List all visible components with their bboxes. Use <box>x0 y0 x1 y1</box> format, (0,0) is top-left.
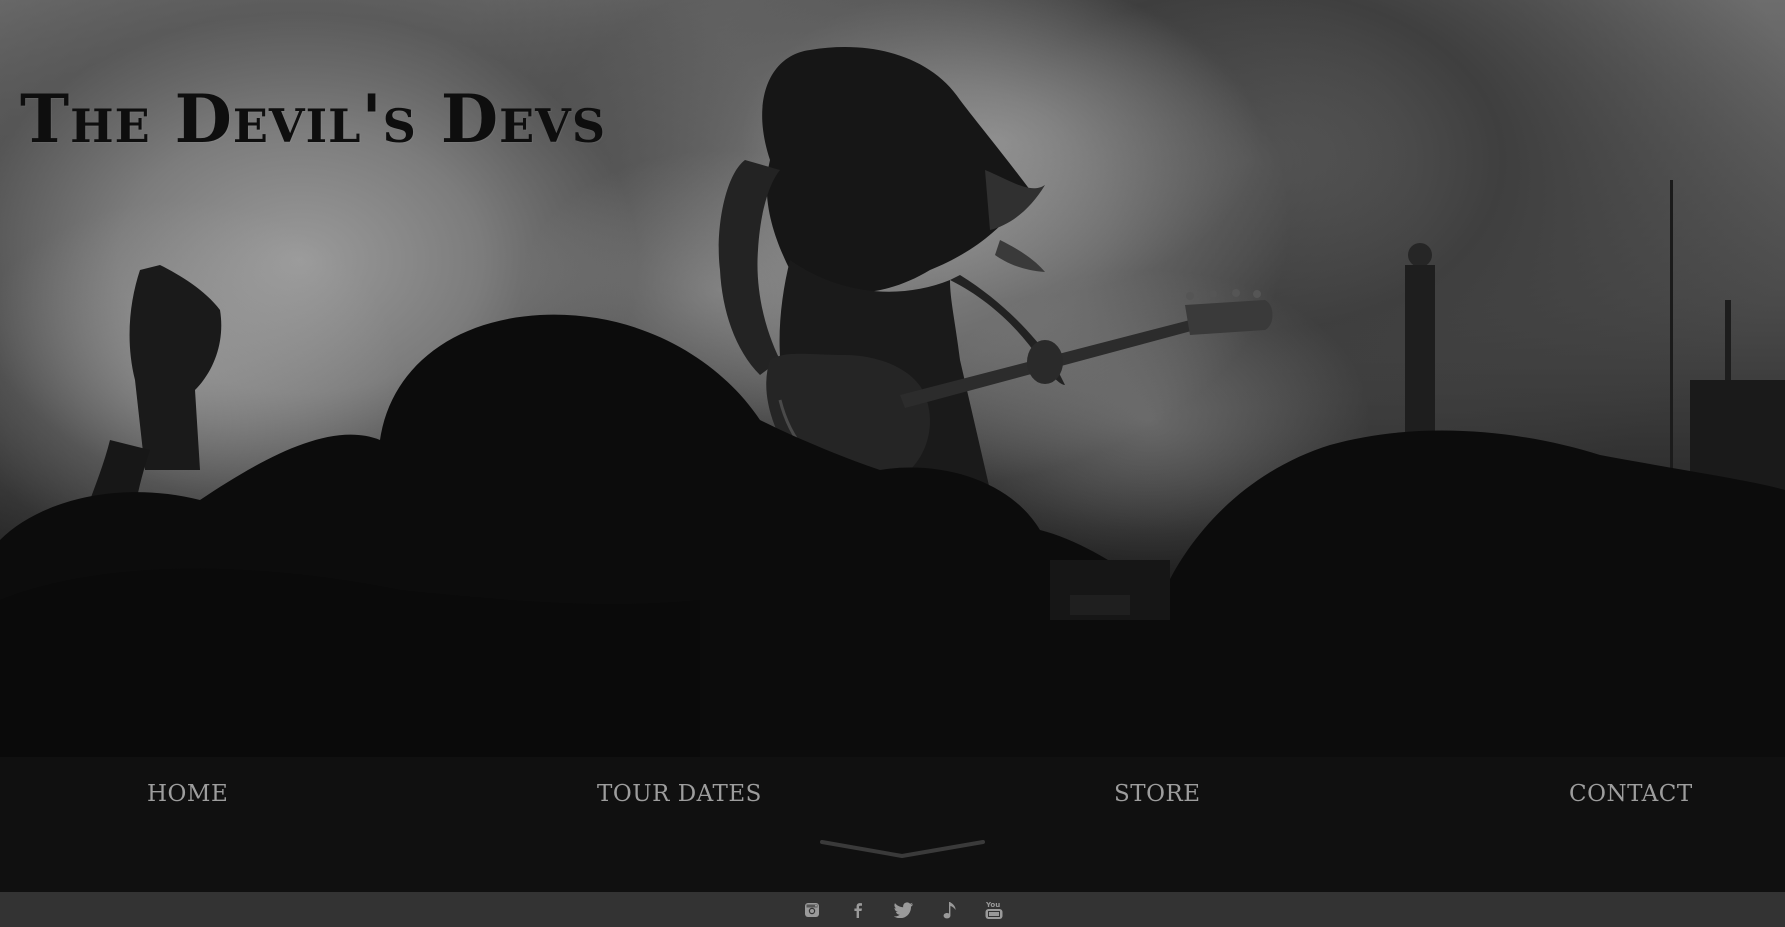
facebook-icon[interactable] <box>847 899 869 921</box>
instagram-icon[interactable] <box>801 899 823 921</box>
band-name-logo: The Devil's Devs <box>20 80 607 158</box>
nav-store-link[interactable]: STORE <box>1114 781 1201 809</box>
scroll-down-chevron-icon[interactable] <box>820 839 985 861</box>
main-navigation: HOME TOUR DATES STORE CONTACT <box>0 757 1785 892</box>
youtube-icon[interactable]: You <box>983 899 1005 921</box>
twitter-icon[interactable] <box>893 899 915 921</box>
footer-social-bar: You <box>0 892 1785 927</box>
nav-contact-link[interactable]: CONTACT <box>1569 781 1693 809</box>
page: The Devil's Devs HOME TOUR DATES STORE C… <box>0 0 1785 927</box>
music-note-icon[interactable] <box>939 899 961 921</box>
youtube-glyph-text: You <box>985 901 1000 909</box>
nav-tour-dates-link[interactable]: TOUR DATES <box>597 781 762 809</box>
hero-banner: The Devil's Devs <box>0 0 1785 757</box>
nav-home-link[interactable]: HOME <box>147 781 228 809</box>
